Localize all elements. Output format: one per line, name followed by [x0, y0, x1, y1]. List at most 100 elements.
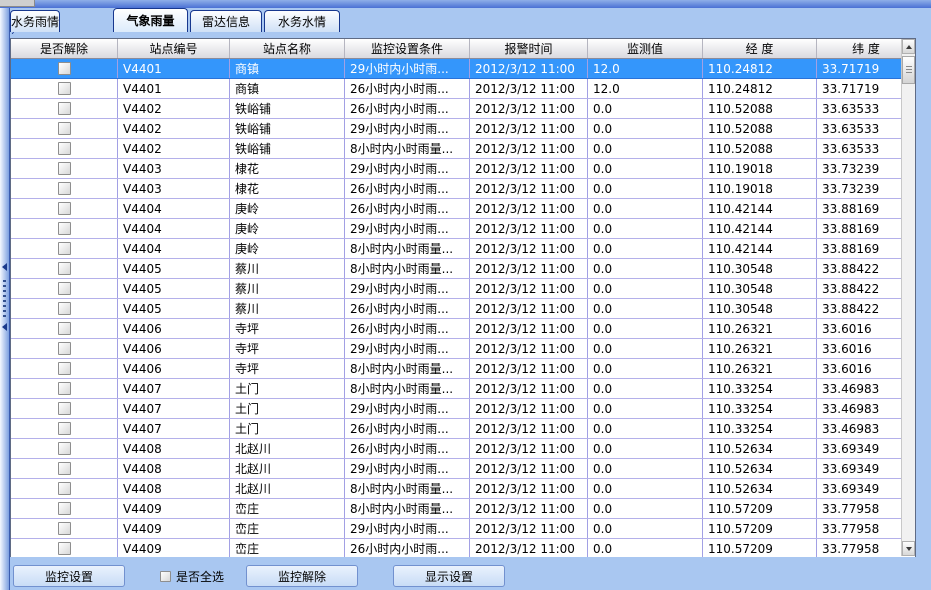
table-row[interactable]: V4406寺坪29小时内小时雨...2012/3/12 11:000.0110.…: [11, 339, 915, 359]
longitude-cell: 110.26321: [703, 319, 817, 338]
splitter-grip-icon[interactable]: [3, 280, 6, 320]
release-cell: [11, 139, 118, 158]
table-row[interactable]: V4405蔡川8小时内小时雨量...2012/3/12 11:000.0110.…: [11, 259, 915, 279]
table-row[interactable]: V4401商镇26小时内小时雨...2012/3/12 11:0012.0110…: [11, 79, 915, 99]
release-checkbox[interactable]: [58, 482, 71, 495]
release-checkbox[interactable]: [58, 522, 71, 535]
release-checkbox[interactable]: [58, 182, 71, 195]
table-row[interactable]: V4401商镇29小时内小时雨...2012/3/12 11:0012.0110…: [11, 59, 915, 79]
table-row[interactable]: V4406寺坪26小时内小时雨...2012/3/12 11:000.0110.…: [11, 319, 915, 339]
release-cell: [11, 259, 118, 278]
table-row[interactable]: V4403棣花29小时内小时雨...2012/3/12 11:000.0110.…: [11, 159, 915, 179]
release-checkbox[interactable]: [58, 242, 71, 255]
value-cell: 0.0: [588, 199, 703, 218]
release-checkbox[interactable]: [58, 122, 71, 135]
release-checkbox[interactable]: [58, 82, 71, 95]
table-row[interactable]: V4408北赵川29小时内小时雨...2012/3/12 11:000.0110…: [11, 459, 915, 479]
release-checkbox[interactable]: [58, 402, 71, 415]
table-row[interactable]: V4406寺坪8小时内小时雨量...2012/3/12 11:000.0110.…: [11, 359, 915, 379]
tab-0[interactable]: 气象雨量: [113, 8, 188, 32]
table-row[interactable]: V4404庚岭29小时内小时雨...2012/3/12 11:000.0110.…: [11, 219, 915, 239]
longitude-cell: 110.52088: [703, 119, 817, 138]
table-row[interactable]: V4403棣花26小时内小时雨...2012/3/12 11:000.0110.…: [11, 179, 915, 199]
monitor-release-button[interactable]: 监控解除: [246, 565, 358, 587]
collapse-left-icon[interactable]: [2, 263, 7, 271]
release-checkbox[interactable]: [58, 322, 71, 335]
release-checkbox[interactable]: [58, 162, 71, 175]
alarm-time-cell: 2012/3/12 11:00: [470, 459, 588, 478]
display-settings-button[interactable]: 显示设置: [393, 565, 505, 587]
table-row[interactable]: V4409峦庄29小时内小时雨...2012/3/12 11:000.0110.…: [11, 519, 915, 539]
tab-1[interactable]: 雷达信息: [190, 10, 262, 32]
column-header[interactable]: 站点名称: [230, 39, 345, 58]
alarm-time-cell: 2012/3/12 11:00: [470, 299, 588, 318]
table-row[interactable]: V4409峦庄8小时内小时雨量...2012/3/12 11:000.0110.…: [11, 499, 915, 519]
vertical-scrollbar[interactable]: [901, 39, 915, 556]
release-cell: [11, 199, 118, 218]
longitude-cell: 110.33254: [703, 379, 817, 398]
monitor-settings-button[interactable]: 监控设置: [13, 565, 125, 587]
alarm-time-cell: 2012/3/12 11:00: [470, 79, 588, 98]
station-id-cell: V4404: [118, 219, 230, 238]
longitude-cell: 110.26321: [703, 359, 817, 378]
value-cell: 0.0: [588, 139, 703, 158]
release-cell: [11, 159, 118, 178]
release-checkbox[interactable]: [58, 102, 71, 115]
longitude-cell: 110.42144: [703, 239, 817, 258]
release-checkbox[interactable]: [58, 302, 71, 315]
scroll-down-button[interactable]: [902, 541, 915, 556]
tab-2[interactable]: 水务水情: [264, 10, 340, 32]
tab-bar: 气象雨量雷达信息水务水情 水务雨情: [10, 8, 931, 33]
window-corner-fragment: [0, 0, 35, 7]
release-checkbox[interactable]: [58, 62, 71, 75]
table-header-row: 是否解除站点编号站点名称监控设置条件报警时间监测值经 度纬 度: [11, 39, 915, 59]
column-header[interactable]: 是否解除: [11, 39, 118, 58]
select-all-checkbox[interactable]: [160, 571, 171, 582]
column-header[interactable]: 报警时间: [470, 39, 588, 58]
table-row[interactable]: V4402铁峪铺8小时内小时雨量...2012/3/12 11:000.0110…: [11, 139, 915, 159]
release-checkbox[interactable]: [58, 422, 71, 435]
condition-cell: 8小时内小时雨量...: [345, 499, 470, 518]
column-header[interactable]: 经 度: [703, 39, 817, 58]
release-checkbox[interactable]: [58, 282, 71, 295]
station-name-cell: 峦庄: [230, 499, 345, 518]
station-name-cell: 商镇: [230, 59, 345, 78]
collapse-left-icon[interactable]: [2, 323, 7, 331]
value-cell: 0.0: [588, 279, 703, 298]
station-id-cell: V4405: [118, 259, 230, 278]
release-checkbox[interactable]: [58, 382, 71, 395]
condition-cell: 26小时内小时雨...: [345, 439, 470, 458]
table-row[interactable]: V4405蔡川29小时内小时雨...2012/3/12 11:000.0110.…: [11, 279, 915, 299]
table-row[interactable]: V4408北赵川26小时内小时雨...2012/3/12 11:000.0110…: [11, 439, 915, 459]
column-header[interactable]: 站点编号: [118, 39, 230, 58]
release-checkbox[interactable]: [58, 442, 71, 455]
table-row[interactable]: V4402铁峪铺29小时内小时雨...2012/3/12 11:000.0110…: [11, 119, 915, 139]
column-header[interactable]: 监控设置条件: [345, 39, 470, 58]
table-row[interactable]: V4409峦庄26小时内小时雨...2012/3/12 11:000.0110.…: [11, 539, 915, 559]
table-row[interactable]: V4407土门8小时内小时雨量...2012/3/12 11:000.0110.…: [11, 379, 915, 399]
table-row[interactable]: V4404庚岭8小时内小时雨量...2012/3/12 11:000.0110.…: [11, 239, 915, 259]
table-row[interactable]: V4407土门29小时内小时雨...2012/3/12 11:000.0110.…: [11, 399, 915, 419]
station-id-cell: V4407: [118, 419, 230, 438]
column-header[interactable]: 监测值: [588, 39, 703, 58]
table-row[interactable]: V4405蔡川26小时内小时雨...2012/3/12 11:000.0110.…: [11, 299, 915, 319]
table-row[interactable]: V4408北赵川8小时内小时雨量...2012/3/12 11:000.0110…: [11, 479, 915, 499]
release-checkbox[interactable]: [58, 262, 71, 275]
scroll-up-button[interactable]: [902, 39, 915, 54]
table-row[interactable]: V4407土门26小时内小时雨...2012/3/12 11:000.0110.…: [11, 419, 915, 439]
table-row[interactable]: V4404庚岭26小时内小时雨...2012/3/12 11:000.0110.…: [11, 199, 915, 219]
release-checkbox[interactable]: [58, 502, 71, 515]
release-checkbox[interactable]: [58, 362, 71, 375]
release-checkbox[interactable]: [58, 342, 71, 355]
release-checkbox[interactable]: [58, 222, 71, 235]
tab-3[interactable]: 水务雨情: [10, 10, 60, 32]
release-checkbox[interactable]: [58, 202, 71, 215]
station-id-cell: V4401: [118, 79, 230, 98]
scrollbar-thumb[interactable]: [902, 56, 915, 84]
condition-cell: 8小时内小时雨量...: [345, 259, 470, 278]
release-checkbox[interactable]: [58, 542, 71, 555]
release-checkbox[interactable]: [58, 462, 71, 475]
table-row[interactable]: V4402铁峪铺26小时内小时雨...2012/3/12 11:000.0110…: [11, 99, 915, 119]
release-checkbox[interactable]: [58, 142, 71, 155]
left-splitter-bar[interactable]: [0, 8, 10, 590]
